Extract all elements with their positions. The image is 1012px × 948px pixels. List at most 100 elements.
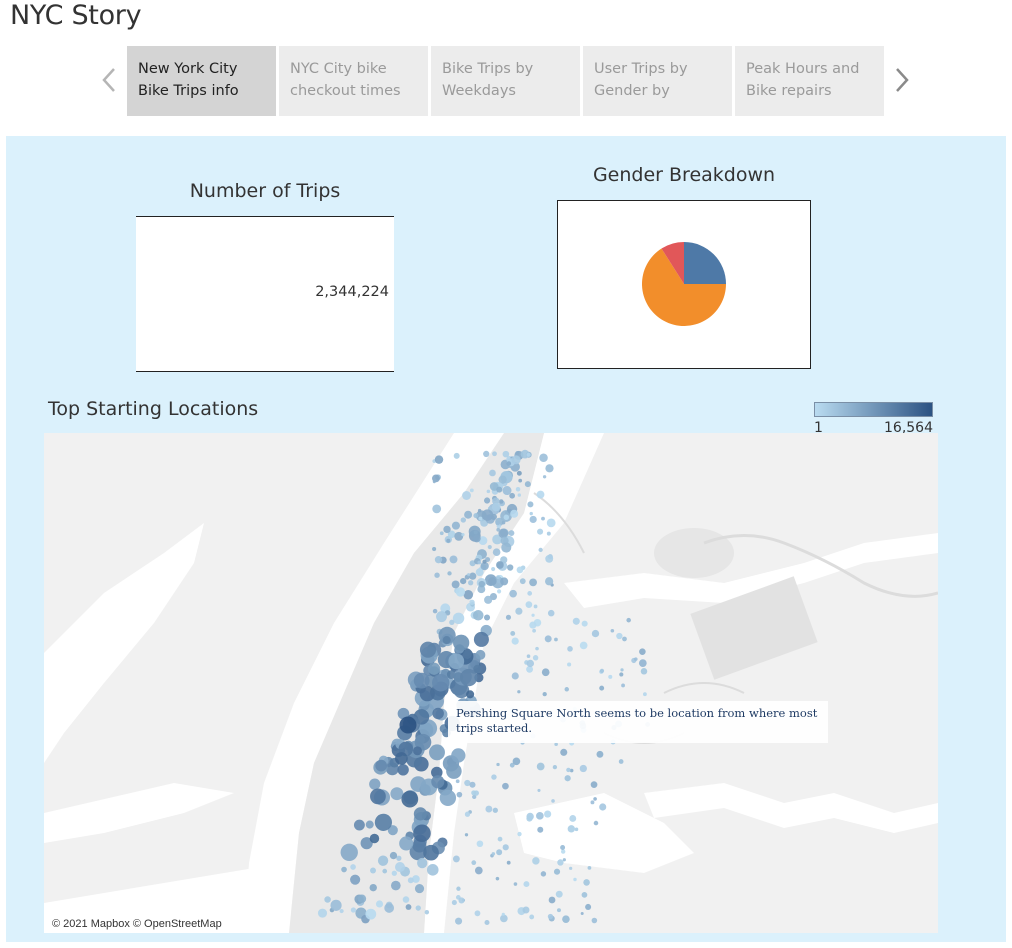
location-dot[interactable] — [537, 826, 544, 833]
location-dot[interactable] — [449, 555, 458, 564]
location-dot[interactable] — [496, 486, 503, 493]
location-dot[interactable] — [353, 819, 365, 831]
location-dot[interactable] — [475, 649, 486, 660]
location-dot[interactable] — [536, 762, 545, 771]
location-dot[interactable] — [547, 609, 555, 617]
location-dot[interactable] — [633, 657, 638, 661]
location-dot[interactable] — [377, 855, 389, 866]
location-dot[interactable] — [509, 492, 516, 499]
location-dot[interactable] — [453, 634, 470, 651]
location-dot[interactable] — [484, 595, 493, 604]
location-dot[interactable] — [526, 815, 533, 822]
location-dot[interactable] — [461, 532, 465, 537]
location-dot[interactable] — [526, 452, 531, 457]
location-dot[interactable] — [460, 577, 467, 585]
location-dot[interactable] — [560, 845, 566, 850]
location-dot[interactable] — [486, 489, 491, 494]
location-dot[interactable] — [341, 866, 347, 873]
location-dot[interactable] — [556, 908, 561, 913]
location-dot[interactable] — [491, 852, 496, 856]
location-dot[interactable] — [496, 849, 503, 856]
location-dot[interactable] — [561, 849, 566, 854]
location-dot[interactable] — [365, 908, 377, 920]
location-dot[interactable] — [468, 580, 474, 586]
location-dot[interactable] — [537, 528, 544, 535]
location-dot[interactable] — [429, 744, 445, 761]
location-dot[interactable] — [599, 685, 605, 691]
location-dot[interactable] — [485, 805, 493, 813]
location-dot[interactable] — [399, 836, 414, 851]
location-dot[interactable] — [524, 481, 531, 488]
location-dot[interactable] — [517, 493, 521, 497]
location-dot[interactable] — [474, 866, 483, 875]
next-point-button[interactable] — [891, 62, 913, 98]
location-dot[interactable] — [401, 790, 419, 808]
location-dot[interactable] — [620, 668, 624, 672]
location-dot[interactable] — [579, 764, 587, 773]
location-dot[interactable] — [370, 788, 386, 805]
location-dot[interactable] — [583, 879, 590, 886]
location-dot[interactable] — [545, 554, 554, 563]
location-dot[interactable] — [374, 813, 392, 831]
location-dot[interactable] — [473, 664, 482, 674]
location-dot[interactable] — [442, 636, 451, 645]
location-dot[interactable] — [478, 516, 483, 521]
location-dot[interactable] — [423, 844, 439, 861]
location-dot[interactable] — [529, 511, 533, 516]
location-dot[interactable] — [455, 779, 460, 784]
location-dot[interactable] — [622, 636, 627, 642]
location-dot[interactable] — [562, 915, 570, 923]
location-dot[interactable] — [397, 764, 409, 776]
location-dot[interactable] — [498, 499, 504, 504]
location-dot[interactable] — [413, 746, 422, 756]
location-dot[interactable] — [510, 631, 516, 636]
location-dot[interactable] — [487, 544, 492, 550]
location-dot[interactable] — [432, 608, 438, 614]
location-dot[interactable] — [460, 517, 466, 523]
location-dot[interactable] — [640, 668, 648, 675]
location-dot[interactable] — [464, 833, 469, 837]
location-dot[interactable] — [516, 470, 522, 476]
location-dot[interactable] — [484, 497, 491, 504]
location-dot[interactable] — [610, 628, 615, 633]
location-dot[interactable] — [542, 475, 547, 479]
location-dot[interactable] — [527, 590, 533, 596]
location-dot[interactable] — [452, 855, 460, 863]
location-dot[interactable] — [434, 556, 443, 564]
location-dot[interactable] — [541, 516, 545, 521]
tab-checkout-times[interactable]: NYC City bike checkout times — [279, 46, 428, 116]
location-dot[interactable] — [462, 491, 471, 500]
location-dot[interactable] — [413, 807, 427, 821]
location-dot[interactable] — [545, 464, 554, 473]
location-dot[interactable] — [339, 909, 344, 914]
location-dot[interactable] — [515, 607, 523, 615]
location-dot[interactable] — [447, 571, 452, 576]
location-dot[interactable] — [496, 762, 500, 767]
location-dot[interactable] — [522, 906, 530, 914]
location-dot[interactable] — [399, 716, 417, 734]
location-dot[interactable] — [390, 787, 404, 801]
location-dot[interactable] — [473, 631, 489, 647]
location-dot[interactable] — [365, 820, 374, 829]
location-dot[interactable] — [569, 866, 573, 870]
location-dot[interactable] — [471, 860, 477, 866]
location-dot[interactable] — [555, 890, 563, 898]
location-dot[interactable] — [590, 800, 595, 805]
map-view[interactable]: Pershing Square North seems to be locati… — [44, 433, 938, 933]
location-dot[interactable] — [395, 862, 406, 873]
location-dot[interactable] — [526, 659, 535, 668]
location-dot[interactable] — [466, 690, 475, 699]
location-dot[interactable] — [439, 531, 444, 536]
location-dot[interactable] — [519, 578, 526, 585]
location-dot[interactable] — [569, 815, 577, 822]
location-dot[interactable] — [616, 632, 623, 640]
location-dot[interactable] — [564, 687, 569, 692]
location-dot[interactable] — [526, 654, 531, 658]
location-dot[interactable] — [639, 648, 646, 655]
location-dot[interactable] — [481, 509, 494, 521]
pie-slice-0[interactable] — [684, 242, 726, 284]
location-dot[interactable] — [469, 599, 475, 605]
location-dot[interactable] — [417, 857, 428, 869]
location-dot[interactable] — [495, 876, 500, 881]
location-dot[interactable] — [427, 662, 441, 675]
